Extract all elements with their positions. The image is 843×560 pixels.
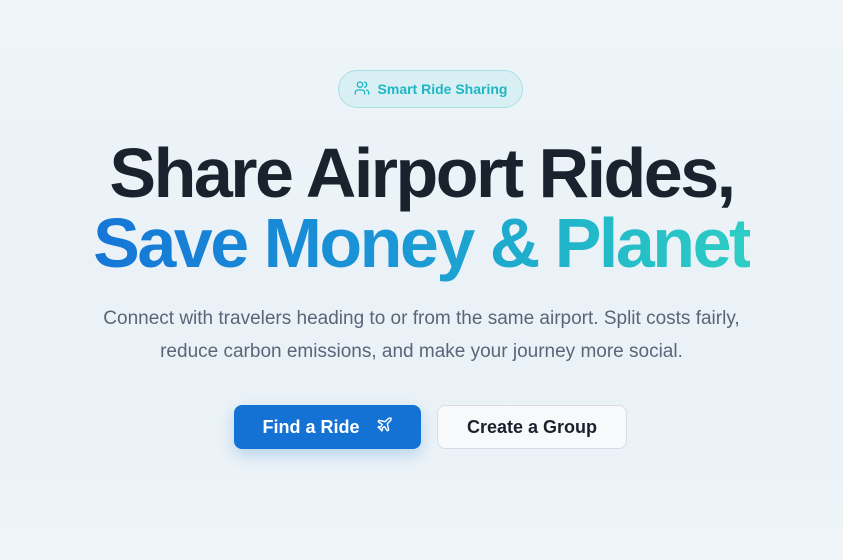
hero-section: Smart Ride Sharing Share Airport Rides, … <box>0 0 843 560</box>
headline-line-1: Share Airport Rides, <box>109 134 736 212</box>
find-a-ride-button[interactable]: Find a Ride <box>234 405 421 449</box>
smart-ride-sharing-badge: Smart Ride Sharing <box>338 70 523 108</box>
headline-line-2: Save Money & Planet <box>0 208 843 278</box>
subtitle-line-2: reduce carbon emissions, and make your j… <box>160 341 683 362</box>
plane-icon <box>376 416 393 438</box>
create-a-group-button[interactable]: Create a Group <box>437 405 627 449</box>
subtitle-line-1: Connect with travelers heading to or fro… <box>103 308 740 329</box>
users-icon <box>354 80 370 99</box>
hero-subtitle: Connect with travelers heading to or fro… <box>60 302 783 368</box>
badge-label: Smart Ride Sharing <box>377 81 508 97</box>
create-a-group-label: Create a Group <box>466 416 598 437</box>
find-a-ride-label: Find a Ride <box>262 416 360 437</box>
headline-gradient-text: Save Money & Planet <box>93 204 752 282</box>
